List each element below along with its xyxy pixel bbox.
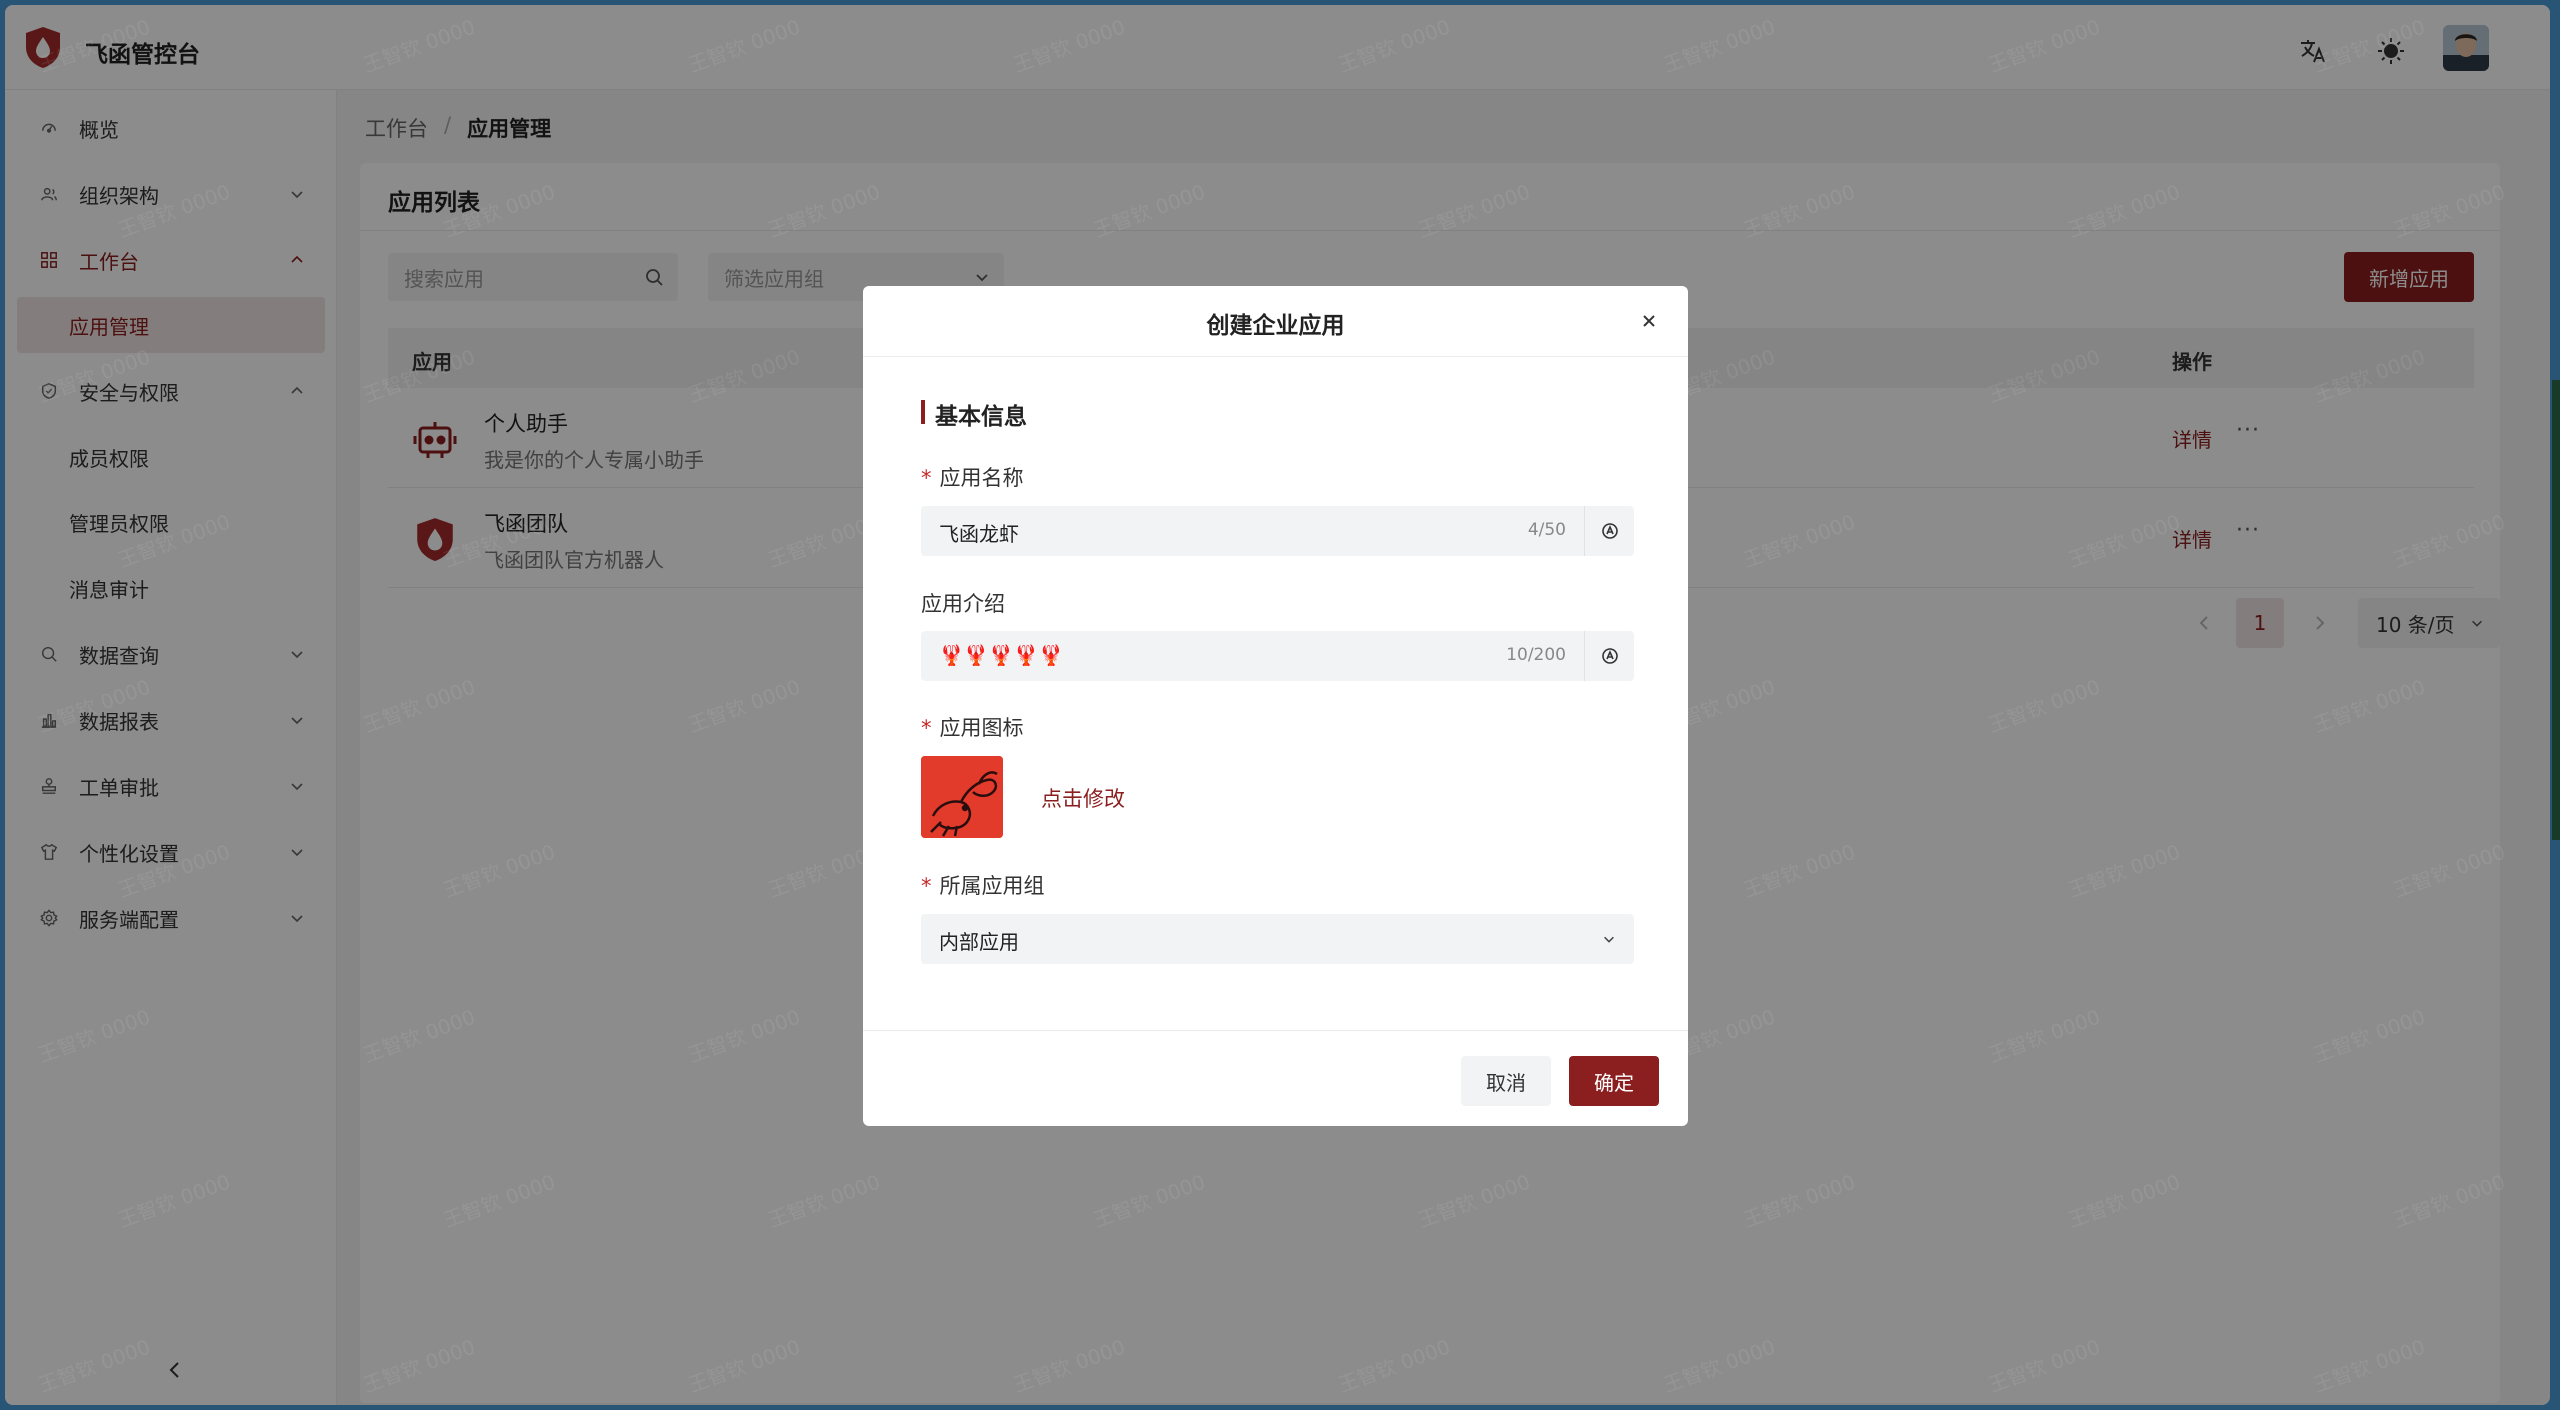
chevron-down-icon <box>1604 936 1614 943</box>
label-text: 应用图标 <box>939 716 1024 740</box>
ai-sparkle-icon <box>1601 648 1618 664</box>
lobster-icon <box>921 756 1003 838</box>
app-group-value: 内部应用 <box>939 930 1019 954</box>
ai-generate-button[interactable] <box>1584 631 1634 681</box>
close-icon[interactable] <box>1638 310 1660 332</box>
app-icon-preview[interactable] <box>921 756 1003 838</box>
create-app-dialog: 创建企业应用 基本信息 * 应用名称 飞函龙虾 4/50 应用介绍 🦞🦞🦞🦞🦞 1… <box>863 286 1688 1126</box>
divider <box>863 1030 1688 1031</box>
app-group-select[interactable]: 内部应用 <box>921 914 1634 964</box>
ai-sparkle-icon <box>1601 523 1618 539</box>
app-icon-label: * 应用图标 <box>921 712 1024 742</box>
char-counter: 10/200 <box>1506 645 1566 665</box>
required-mark: * <box>921 466 932 490</box>
divider <box>863 356 1688 357</box>
char-counter: 4/50 <box>1527 520 1566 540</box>
app-intro-value: 🦞🦞🦞🦞🦞 <box>939 643 1064 667</box>
ai-generate-button[interactable] <box>1584 506 1634 556</box>
required-mark: * <box>921 716 932 740</box>
dialog-title: 创建企业应用 <box>1206 313 1345 339</box>
app-name-value: 飞函龙虾 <box>939 522 1019 546</box>
cancel-button[interactable]: 取消 <box>1461 1056 1551 1106</box>
label-text: 应用名称 <box>939 466 1024 490</box>
label-text: 所属应用组 <box>939 874 1045 898</box>
app-group-label: * 所属应用组 <box>921 870 1045 900</box>
app-intro-field[interactable]: 🦞🦞🦞🦞🦞 10/200 <box>921 631 1634 681</box>
confirm-button[interactable]: 确定 <box>1569 1056 1659 1106</box>
section-accent-bar <box>921 400 925 424</box>
section-title: 基本信息 <box>935 404 1027 430</box>
app-intro-label: 应用介绍 <box>921 592 1005 616</box>
app-name-label: * 应用名称 <box>921 462 1024 492</box>
change-icon-link[interactable]: 点击修改 <box>1041 783 1125 813</box>
app-name-field[interactable]: 飞函龙虾 4/50 <box>921 506 1634 556</box>
required-mark: * <box>921 874 932 898</box>
